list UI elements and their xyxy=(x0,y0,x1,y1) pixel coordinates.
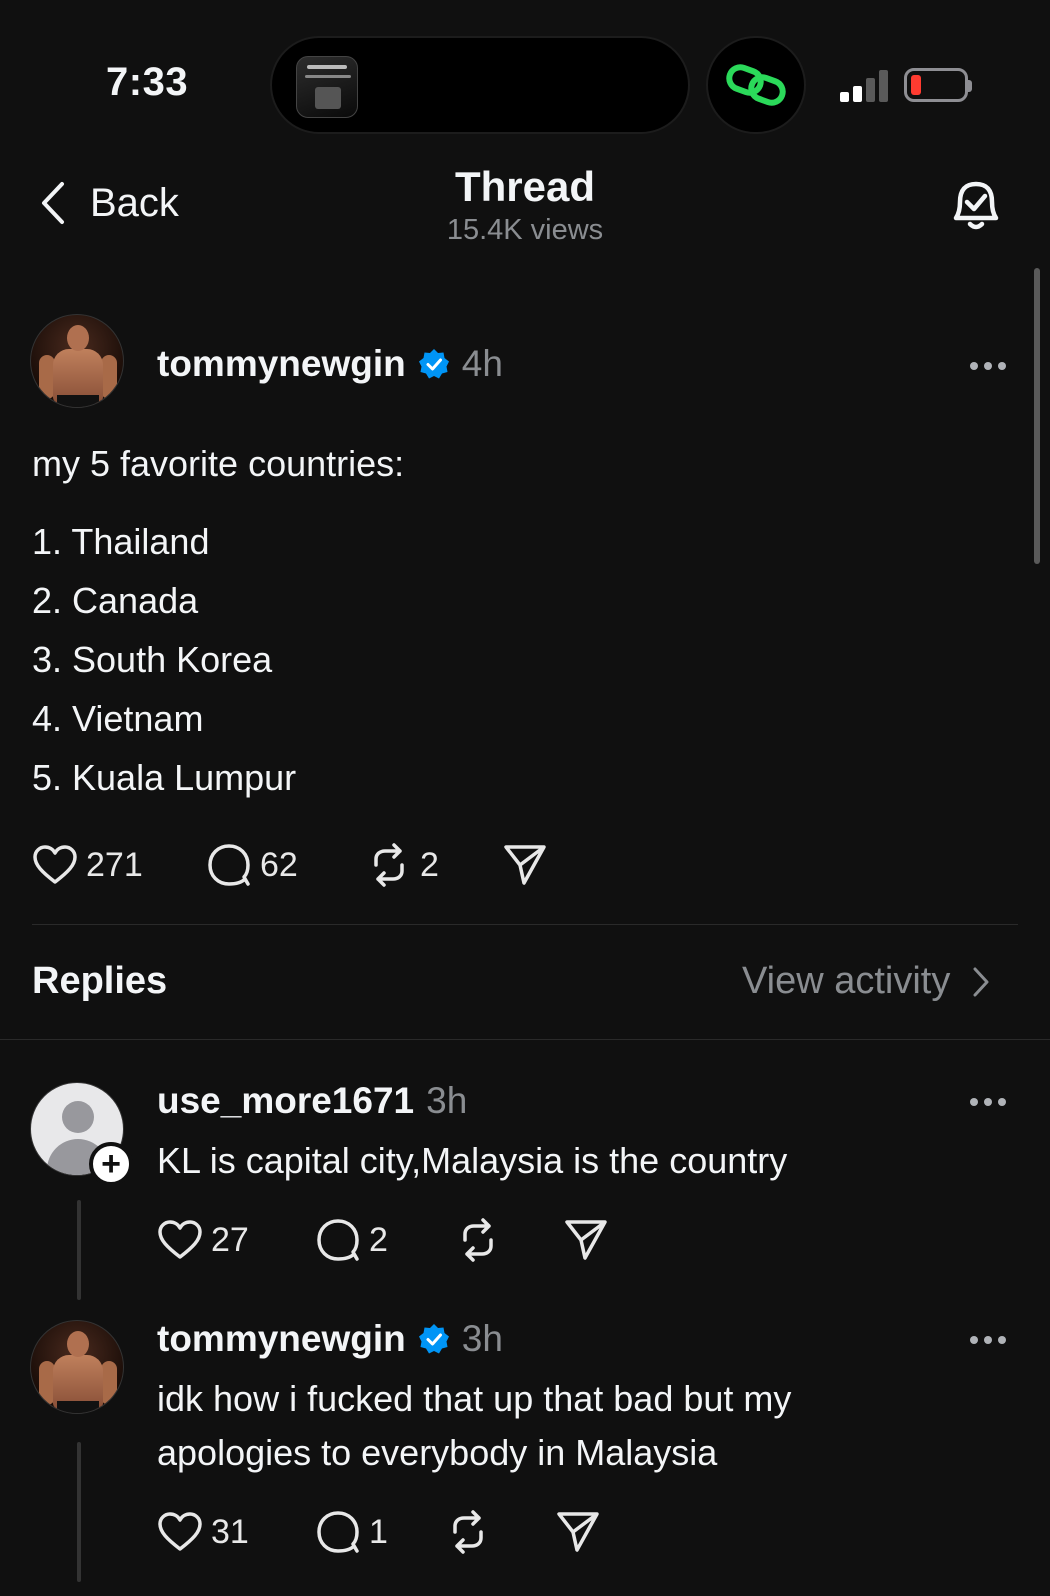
post-author[interactable]: tommynewgin 4h xyxy=(157,343,503,385)
link-app-icon[interactable] xyxy=(706,36,806,134)
comment-count: 2 xyxy=(369,1220,388,1259)
reply-author[interactable]: use_more1671 3h xyxy=(157,1080,467,1122)
post-time: 4h xyxy=(461,343,503,384)
view-activity-link[interactable]: View activity xyxy=(742,960,990,1003)
dynamic-island[interactable] xyxy=(270,36,690,134)
list-item: 5. Kuala Lumpur xyxy=(32,757,297,798)
reply-author[interactable]: tommynewgin 3h xyxy=(157,1318,503,1360)
repost-button[interactable]: 2 xyxy=(366,843,502,887)
reply-text-line: apologies to everybody in Malaysia xyxy=(157,1432,718,1473)
like-button[interactable]: 271 xyxy=(32,844,206,886)
repost-button[interactable] xyxy=(445,1510,555,1554)
send-icon xyxy=(557,1512,599,1552)
comment-button[interactable]: 1 xyxy=(315,1510,445,1554)
reply-time: 3h xyxy=(426,1080,468,1121)
more-options-icon[interactable] xyxy=(970,1336,1008,1346)
heart-icon xyxy=(158,1512,202,1551)
like-button[interactable]: 31 xyxy=(157,1511,315,1553)
reply-time: 3h xyxy=(461,1318,503,1359)
share-button[interactable] xyxy=(502,843,548,887)
post-intro: my 5 favorite countries: xyxy=(32,443,405,484)
username[interactable]: tommynewgin xyxy=(157,1318,406,1360)
username[interactable]: use_more1671 xyxy=(157,1080,414,1122)
comment-count: 62 xyxy=(260,845,298,884)
list-item: 3. South Korea xyxy=(32,639,273,680)
thread-screen: 7:33 Back Thread 15.4K views tommynewgin xyxy=(0,0,1050,1596)
thread-line xyxy=(77,1442,81,1582)
reply-actions: 31 1 xyxy=(157,1510,601,1554)
more-options-icon[interactable] xyxy=(970,1098,1008,1108)
battery-icon xyxy=(904,68,968,102)
post-actions: 271 62 2 xyxy=(32,843,548,887)
repost-count: 2 xyxy=(420,845,439,884)
list-item: 2. Canada xyxy=(32,580,199,621)
comment-button[interactable]: 2 xyxy=(315,1218,455,1262)
username[interactable]: tommynewgin xyxy=(157,343,406,385)
scrollbar[interactable] xyxy=(1034,268,1040,564)
like-count: 31 xyxy=(211,1512,249,1551)
comment-icon xyxy=(317,1219,359,1261)
share-button[interactable] xyxy=(555,1510,601,1554)
chevron-right-icon xyxy=(973,967,989,996)
more-options-icon[interactable] xyxy=(970,362,1008,372)
send-icon xyxy=(565,1220,607,1260)
list-item: 4. Vietnam xyxy=(32,698,204,739)
repost-icon xyxy=(374,843,404,887)
heart-icon xyxy=(158,1220,202,1259)
comment-button[interactable]: 62 xyxy=(206,843,366,887)
comment-icon xyxy=(317,1511,359,1553)
replies-heading: Replies xyxy=(32,960,168,1002)
heart-icon xyxy=(33,845,77,884)
thread-line xyxy=(77,1200,81,1300)
cellular-signal-icon xyxy=(840,70,888,102)
now-playing-artwork xyxy=(296,56,358,118)
verified-badge-icon xyxy=(418,1324,449,1354)
like-button[interactable]: 27 xyxy=(157,1219,315,1261)
share-button[interactable] xyxy=(563,1218,609,1262)
repost-icon xyxy=(463,1218,493,1262)
reply-text-line: idk how i fucked that up that bad but my xyxy=(157,1378,792,1419)
view-activity-label: View activity xyxy=(742,960,951,1002)
reply-text: KL is capital city,Malaysia is the count… xyxy=(157,1140,788,1181)
avatar[interactable] xyxy=(30,314,124,408)
repost-icon xyxy=(453,1510,483,1554)
verified-badge-icon xyxy=(418,349,449,379)
divider xyxy=(32,924,1018,925)
follow-plus-icon[interactable]: + xyxy=(89,1142,133,1186)
reply-actions: 27 2 xyxy=(157,1218,609,1262)
status-time: 7:33 xyxy=(106,60,189,104)
like-count: 27 xyxy=(211,1220,249,1259)
send-icon xyxy=(504,845,546,885)
view-count: 15.4K views xyxy=(446,214,604,246)
like-count: 271 xyxy=(86,845,143,884)
page-title: Thread xyxy=(454,163,596,210)
comment-count: 1 xyxy=(369,1512,388,1551)
list-item: 1. Thailand xyxy=(32,521,210,562)
repost-button[interactable] xyxy=(455,1218,563,1262)
divider xyxy=(0,1039,1050,1040)
avatar[interactable] xyxy=(30,1320,124,1414)
bell-check-icon[interactable] xyxy=(946,176,1006,236)
comment-icon xyxy=(208,844,250,886)
